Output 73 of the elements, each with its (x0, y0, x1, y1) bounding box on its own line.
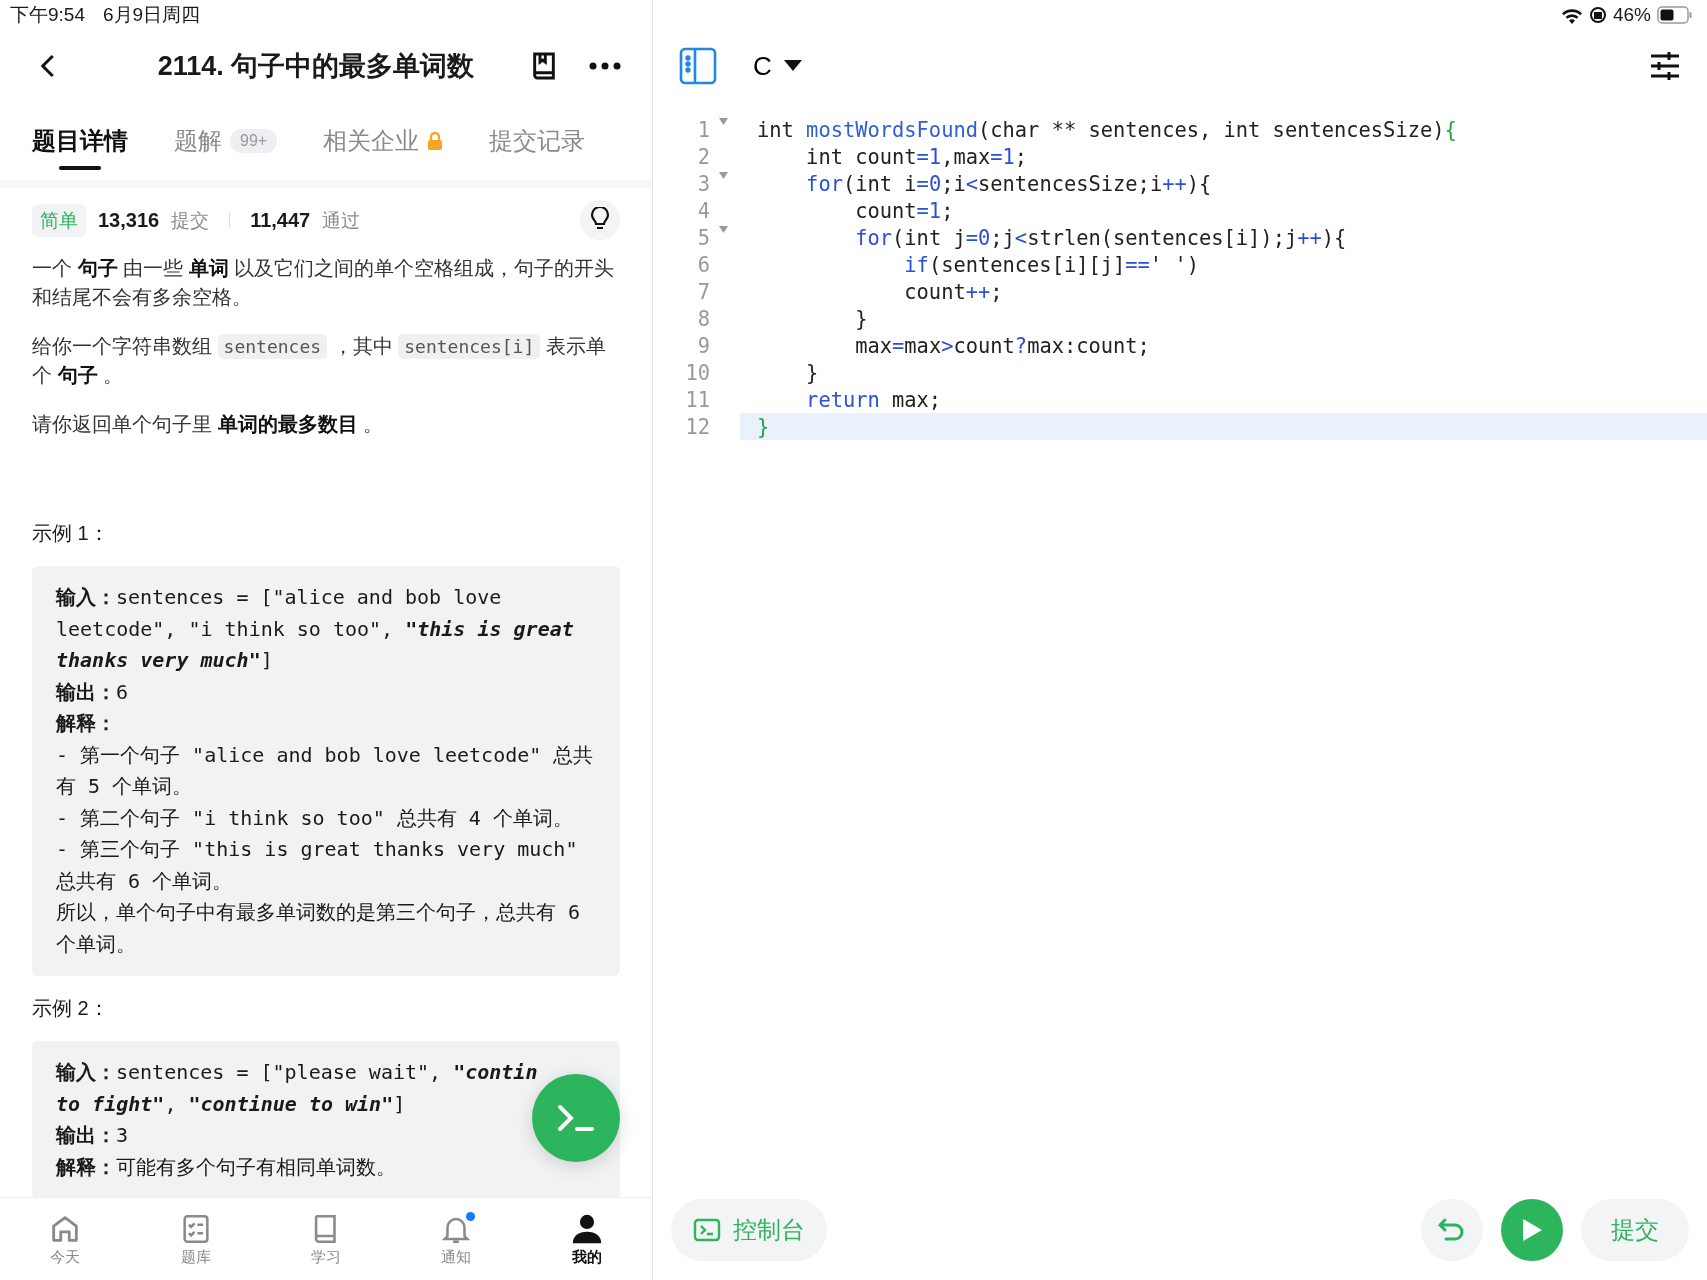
submit-button[interactable]: 提交 (1581, 1199, 1689, 1261)
example-title: 示例 2： (32, 996, 110, 1021)
language-selector[interactable]: C (747, 49, 808, 83)
example-line: 解释：可能有多个句子有相同单词数。 (56, 1153, 396, 1181)
line-number: 1 (697, 117, 710, 142)
example-line: 输出：3 (56, 1122, 129, 1149)
code-line: int mostWordsFound(char ** sentences, int sentencesSize){ (757, 117, 1457, 142)
code-line: count++; (903, 279, 1003, 304)
problem-title: 2114. 句子中的最多单词数 (156, 50, 476, 83)
caret-icon (783, 60, 802, 72)
code-line: } (757, 414, 770, 439)
code-line: max=max>count?max:count; (854, 333, 1150, 358)
description-paragraph: 请你返回单个句子里 单词的最多数目 。 (32, 412, 385, 437)
line-number: 2 (697, 144, 710, 169)
example-line: - 第二个句子 "i think so too" 总共有 4 个单词。 (56, 804, 573, 832)
tab[interactable]: 题解 99+ (174, 102, 278, 180)
wifi-icon (1560, 6, 1583, 24)
rotation-lock-icon (1588, 6, 1607, 24)
nav-item[interactable]: 题库 (155, 1210, 236, 1268)
example-line: 输出：6 (56, 678, 129, 706)
fold-arrow-icon[interactable] (718, 225, 728, 233)
line-number: 4 (697, 198, 710, 223)
difficulty-tag: 简单 (32, 203, 86, 237)
example-line: - 第一个句子 "alice and bob love leetcode" 总共有 5 个单词。 (56, 741, 595, 800)
line-number: 7 (697, 279, 710, 304)
description-paragraph: 一个 句子 由一些 单词 以及它们之间的单个空格组成，句子的开头和结尾不会有多余空格。 (32, 256, 616, 310)
count-badge: 99+ (230, 129, 278, 153)
example-line: 所以，单个句子中有最多单词数的是第三个句子，总共有 6 个单词。 (56, 899, 582, 958)
tab[interactable]: 相关企业 (323, 102, 444, 180)
status-date: 6月9日周四 (103, 3, 201, 27)
fold-arrow-icon[interactable] (718, 117, 728, 125)
nav-item[interactable]: 学习 (285, 1210, 366, 1268)
submission-label: 提交 (171, 208, 210, 233)
status-time: 下午9:54 (10, 3, 85, 27)
example-line: 输入：sentences = ["alice and bob love leetcode", "i think so too", "this is great thanks very much"] (56, 584, 575, 674)
line-number: 3 (697, 171, 710, 196)
line-number: 12 (685, 414, 710, 439)
line-number: 11 (685, 387, 710, 412)
example-line: - 第三个句子 "this is great thanks very much" 总共有 6 个单词。 (56, 836, 579, 895)
accepted-count: 11,447 (250, 207, 311, 233)
hint-button[interactable] (580, 200, 620, 240)
console-button[interactable]: 控制台 (671, 1199, 827, 1261)
example-line: to fight", "continue to win"] (56, 1090, 406, 1118)
code-line: } (854, 306, 868, 331)
code-line: if(sentences[i][j]==' ') (903, 252, 1199, 277)
description-paragraph: 给你一个字符串数组 sentences ，其中 sentences[i] 表示单个 句子 。 (32, 333, 607, 388)
example-line: 输入：sentences = ["please wait", "contin (56, 1059, 538, 1086)
play-icon (1521, 1218, 1543, 1242)
example-line: 解释： (56, 711, 116, 736)
code-line: for(int j=0;j<strlen(sentences[i]);j++){ (854, 225, 1347, 250)
line-number: 5 (697, 225, 710, 250)
line-number: 10 (685, 360, 710, 385)
battery-percent: 46% (1612, 4, 1651, 26)
accepted-label: 通过 (322, 208, 361, 233)
code-line: return max; (805, 387, 942, 412)
code-line: for(int i=0;i<sentencesSize;i++){ (805, 171, 1212, 196)
tab[interactable]: 题目详情 (32, 102, 128, 180)
line-number: 6 (697, 252, 710, 277)
nav-item[interactable]: 今天 (25, 1210, 106, 1268)
submission-count: 13,316 (98, 207, 160, 233)
terminal-icon (693, 1218, 721, 1242)
tab[interactable]: 提交记录 (489, 102, 586, 180)
line-number: 8 (697, 306, 710, 331)
code-line: count=1; (854, 198, 954, 223)
code-line: } (805, 360, 819, 385)
nav-item[interactable]: 通知 (416, 1210, 497, 1268)
fold-arrow-icon[interactable] (718, 171, 728, 179)
nav-item[interactable]: 我的 (546, 1210, 627, 1268)
example-title: 示例 1： (32, 521, 110, 546)
line-number: 9 (697, 333, 710, 358)
terminal-icon (556, 1103, 596, 1133)
battery-icon (1657, 6, 1693, 24)
code-line: int count=1,max=1; (805, 144, 1028, 169)
